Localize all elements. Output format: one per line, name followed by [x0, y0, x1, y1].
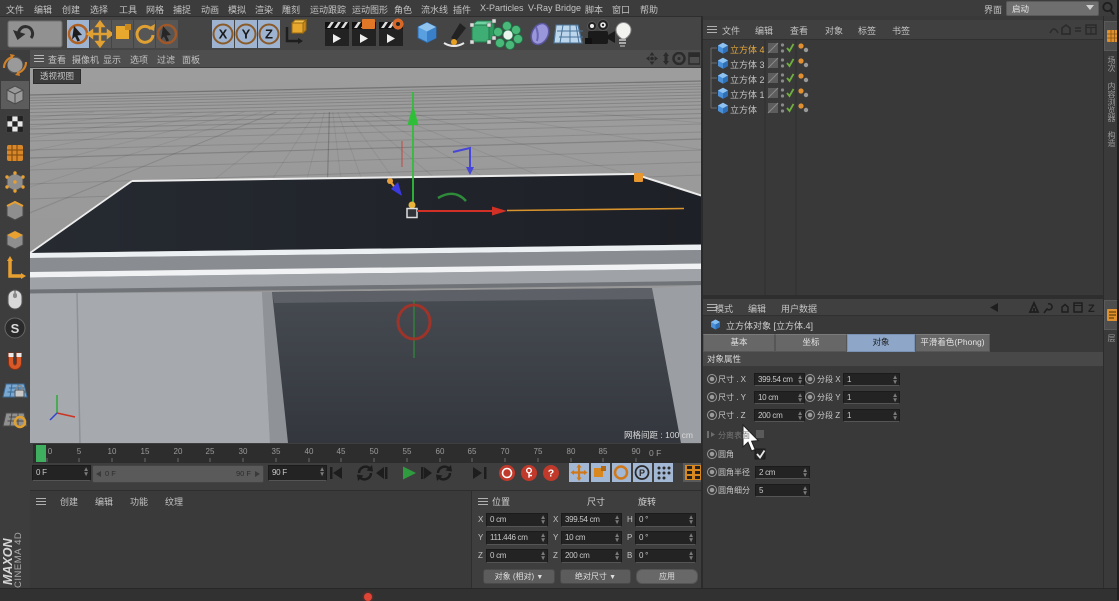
svg-text:60: 60 [436, 447, 445, 456]
svg-text:65: 65 [468, 447, 477, 456]
svg-text:Y: Y [242, 27, 251, 42]
svg-text:S: S [11, 321, 20, 336]
svg-text:30: 30 [239, 447, 248, 456]
svg-text:85: 85 [599, 447, 608, 456]
svg-text:5: 5 [77, 447, 82, 456]
svg-text:0 F: 0 F [649, 448, 661, 458]
svg-text:0: 0 [48, 447, 53, 456]
svg-text:Z: Z [1088, 303, 1095, 314]
svg-text:10: 10 [108, 447, 117, 456]
svg-text:X: X [219, 27, 228, 42]
svg-text:?: ? [548, 468, 554, 480]
svg-text:20: 20 [174, 447, 183, 456]
svg-text:25: 25 [206, 447, 215, 456]
svg-text:网格间距 : 100 cm: 网格间距 : 100 cm [624, 430, 693, 440]
svg-text:55: 55 [403, 447, 412, 456]
svg-text:Z: Z [265, 27, 273, 42]
svg-text:P: P [639, 468, 645, 478]
svg-text:50: 50 [370, 447, 379, 456]
svg-text:90: 90 [632, 447, 641, 456]
svg-text:75: 75 [534, 447, 543, 456]
svg-text:45: 45 [337, 447, 346, 456]
svg-text:15: 15 [141, 447, 150, 456]
svg-text:70: 70 [501, 447, 510, 456]
svg-text:35: 35 [272, 447, 281, 456]
svg-text:40: 40 [305, 447, 314, 456]
svg-text:80: 80 [567, 447, 576, 456]
